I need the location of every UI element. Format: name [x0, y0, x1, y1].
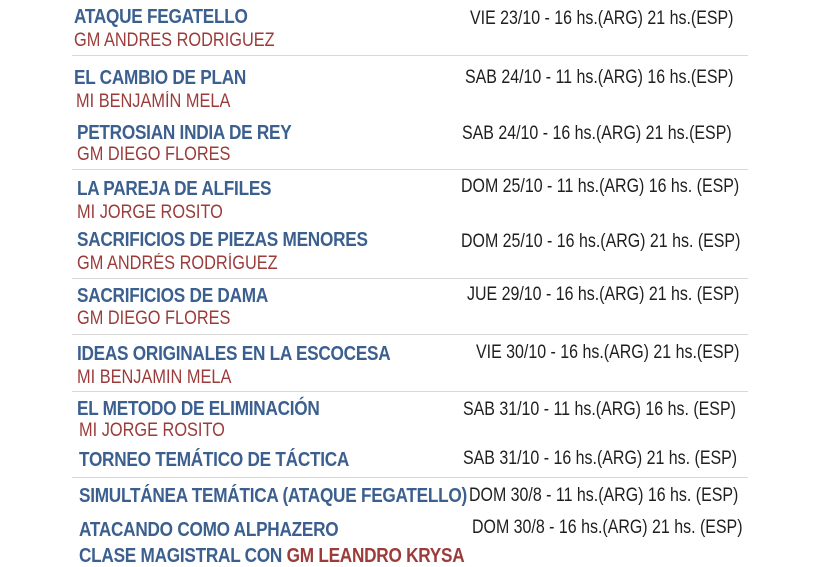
- event-speaker: GM DIEGO FLORES: [77, 308, 231, 329]
- masterclass-line: CLASE MAGISTRAL CON GM LEANDRO KRYSA: [79, 545, 465, 567]
- event-time: DOM 25/10 - 11 hs.(ARG) 16 hs. (ESP): [461, 176, 740, 197]
- divider: [72, 169, 748, 170]
- event-title: IDEAS ORIGINALES EN LA ESCOCESA: [77, 343, 391, 365]
- divider: [72, 391, 748, 392]
- event-title: PETROSIAN INDIA DE REY: [77, 122, 292, 144]
- event-title: EL CAMBIO DE PLAN: [74, 67, 247, 89]
- event-speaker: MI JORGE ROSITO: [77, 202, 223, 223]
- event-time: VIE 23/10 - 16 hs.(ARG) 21 hs.(ESP): [470, 8, 734, 29]
- event-time: DOM 25/10 - 16 hs.(ARG) 21 hs. (ESP): [461, 231, 741, 252]
- event-title: EL METODO DE ELIMINACIÓN: [77, 398, 320, 420]
- event-time: JUE 29/10 - 16 hs.(ARG) 21 hs. (ESP): [467, 284, 740, 305]
- event-speaker: GM ANDRES RODRIGUEZ: [74, 30, 275, 51]
- event-speaker: MI BENJAMÍN MELA: [76, 91, 231, 112]
- event-title: LA PAREJA DE ALFILES: [77, 178, 272, 200]
- event-title: ATACANDO COMO ALPHAZERO: [79, 519, 339, 541]
- event-speaker: GM DIEGO FLORES: [77, 144, 231, 165]
- event-title: SIMULTÁNEA TEMÁTICA (ATAQUE FEGATELLO): [79, 485, 467, 507]
- event-speaker: GM ANDRÉS RODRÍGUEZ: [77, 253, 278, 274]
- event-time: SAB 24/10 - 11 hs.(ARG) 16 hs.(ESP): [465, 67, 734, 88]
- event-title: SACRIFICIOS DE DAMA: [77, 285, 269, 307]
- event-time: SAB 31/10 - 11 hs.(ARG) 16 hs. (ESP): [463, 399, 736, 420]
- event-time: DOM 30/8 - 16 hs.(ARG) 21 hs. (ESP): [472, 517, 743, 538]
- divider: [72, 278, 748, 279]
- event-time: VIE 30/10 - 16 hs.(ARG) 21 hs.(ESP): [476, 342, 740, 363]
- event-title: ATAQUE FEGATELLO: [74, 6, 248, 28]
- divider: [72, 334, 748, 335]
- event-title: SACRIFICIOS DE PIEZAS MENORES: [77, 229, 368, 251]
- event-speaker: MI JORGE ROSITO: [79, 420, 225, 441]
- event-time: SAB 24/10 - 16 hs.(ARG) 21 hs.(ESP): [462, 123, 732, 144]
- divider: [72, 55, 748, 56]
- divider: [72, 477, 748, 478]
- masterclass-speaker: GM LEANDRO KRYSA: [286, 545, 465, 567]
- masterclass-prefix: CLASE MAGISTRAL CON: [79, 545, 287, 567]
- event-time: DOM 30/8 - 11 hs.(ARG) 16 hs. (ESP): [469, 485, 739, 506]
- event-title: TORNEO TEMÁTICO DE TÁCTICA: [79, 449, 350, 471]
- event-time: SAB 31/10 - 16 hs.(ARG) 21 hs. (ESP): [463, 448, 738, 469]
- event-speaker: MI BENJAMIN MELA: [77, 367, 232, 388]
